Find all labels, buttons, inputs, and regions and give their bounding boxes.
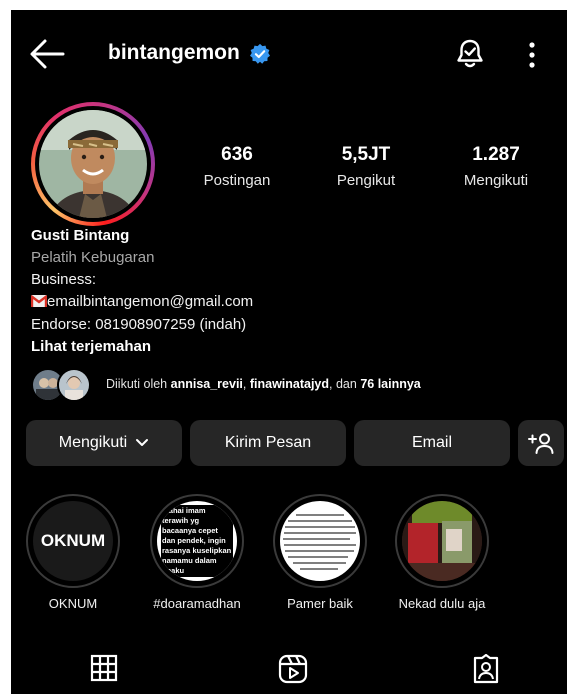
text-screenshot-thumbnail xyxy=(283,514,356,570)
tab-tagged[interactable] xyxy=(466,654,506,690)
highlight-label: #doaramadhan xyxy=(153,596,241,611)
profile-photo xyxy=(39,110,147,218)
following-button-label: Mengikuti xyxy=(58,434,128,451)
highlight-label: Nekad dulu aja xyxy=(398,596,486,611)
highlight-label: Pamer baik xyxy=(287,596,353,611)
highlight-nekad-dulu-aja[interactable]: Nekad dulu aja xyxy=(387,494,497,611)
tab-grid[interactable] xyxy=(84,654,124,690)
separator-text: , dan xyxy=(329,377,361,391)
highlight-cover: Wahai imam terawih yg bacaanya cepet dan… xyxy=(150,494,244,588)
followed-by-prefix: Diikuti oleh xyxy=(106,377,171,391)
add-person-icon xyxy=(528,433,554,454)
bio-full-name: Gusti Bintang xyxy=(31,227,130,244)
highlight-cover: OKNUM xyxy=(26,494,120,588)
following-button[interactable]: Mengikuti xyxy=(26,420,182,466)
followers-count-value: 5,5JT xyxy=(341,144,391,165)
suggested-users-button[interactable] xyxy=(518,420,564,466)
following-count-value: 1.287 xyxy=(472,144,520,165)
tagged-icon xyxy=(473,654,499,684)
arrow-left-icon xyxy=(30,39,65,69)
highlight-cover xyxy=(273,494,367,588)
more-options-button[interactable] xyxy=(526,40,538,70)
profile-avatar[interactable] xyxy=(31,102,155,226)
mutual-followers-text[interactable]: Diikuti oleh annisa_revii, finawinatajyd… xyxy=(106,377,421,391)
bio-email-text: emailbintangemon@gmail.com xyxy=(47,293,254,310)
followers-count-label: Pengikut xyxy=(336,172,396,189)
back-button[interactable] xyxy=(29,38,65,70)
bio-category: Pelatih Kebugaran xyxy=(31,249,155,266)
notifications-button[interactable] xyxy=(455,38,485,70)
followers-count[interactable]: 5,5JT Pengikut xyxy=(311,144,421,189)
following-count[interactable]: 1.287 Mengikuti xyxy=(441,144,551,189)
mutual-follower-name[interactable]: finawinatajyd xyxy=(250,377,329,391)
chevron-down-icon xyxy=(136,439,149,446)
profile-username: bintangemon xyxy=(108,41,240,64)
bio-endorse-line: Endorse: 081908907259 (indah) xyxy=(31,316,247,333)
tab-reels[interactable] xyxy=(273,654,313,690)
posts-count-value: 636 xyxy=(221,144,253,165)
highlight-doaramadhan[interactable]: Wahai imam terawih yg bacaanya cepet dan… xyxy=(142,494,252,611)
mail-icon xyxy=(30,294,48,307)
see-translation-link[interactable]: Lihat terjemahan xyxy=(31,338,151,355)
send-message-button[interactable]: Kirim Pesan xyxy=(190,420,346,466)
following-count-label: Mengikuti xyxy=(463,172,529,189)
email-button[interactable]: Email xyxy=(354,420,510,466)
email-button-label: Email xyxy=(411,434,452,451)
more-vertical-icon xyxy=(529,42,535,68)
mutual-followers-avatars[interactable] xyxy=(31,366,95,402)
verified-badge-icon xyxy=(249,43,271,65)
highlight-label: OKNUM xyxy=(48,596,98,611)
photo-thumbnail xyxy=(402,501,482,581)
highlight-oknum[interactable]: OKNUM OKNUM xyxy=(18,494,128,611)
posts-count[interactable]: 636 Postingan xyxy=(182,144,292,189)
reels-icon xyxy=(278,654,308,684)
posts-count-label: Postingan xyxy=(203,172,271,189)
separator-text: , xyxy=(242,377,250,391)
mutual-follower-name[interactable]: annisa_revii xyxy=(171,377,243,391)
mutual-followers-others-count[interactable]: 76 lainnya xyxy=(360,377,420,391)
grid-icon xyxy=(90,654,118,682)
highlight-cover-text: OKNUM xyxy=(40,531,106,550)
send-message-label: Kirim Pesan xyxy=(224,434,312,451)
profile-screen: bintangemon 636 Postingan 5,5JT Pengikut… xyxy=(11,10,567,694)
bell-check-icon xyxy=(457,39,483,68)
highlight-cover xyxy=(395,494,489,588)
highlight-pamer-baik[interactable]: Pamer baik xyxy=(265,494,375,611)
bio-email-line[interactable]: emailbintangemon@gmail.com xyxy=(30,293,254,310)
highlight-cover-text: Wahai imam terawih yg bacaanya cepet dan… xyxy=(161,505,233,577)
mutual-follower-avatar xyxy=(57,368,91,402)
bio-business-label: Business: xyxy=(31,271,97,288)
